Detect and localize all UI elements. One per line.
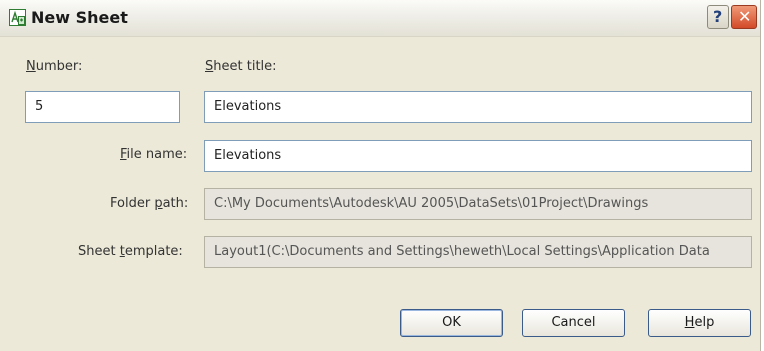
close-glyph: ✕: [738, 7, 752, 26]
folder-path-field: C:\My Documents\Autodesk\AU 2005\DataSet…: [204, 188, 752, 220]
window-title: New Sheet: [31, 8, 128, 27]
number-label-rest: umber:: [35, 59, 83, 74]
file-name-label-rest: ile name:: [126, 147, 188, 162]
help-button-label-rest: elp: [694, 315, 715, 330]
number-label: Number:: [26, 59, 82, 74]
sheet-template-field: Layout1(C:\Documents and Settings\heweth…: [204, 236, 752, 268]
number-label-mnemonic: N: [26, 59, 36, 74]
close-icon[interactable]: ✕: [731, 5, 757, 29]
sheet-title-label: Sheet title:: [205, 59, 277, 74]
number-field[interactable]: 5: [25, 91, 180, 123]
file-name-label: File name:: [120, 147, 187, 162]
sheet-title-field[interactable]: Elevations: [204, 91, 752, 123]
folder-path-label-post: ath:: [162, 196, 189, 211]
help-button[interactable]: Help: [648, 309, 751, 337]
sheet-title-label-rest: heet title:: [213, 59, 277, 74]
autocad-sheet-icon: [9, 9, 26, 26]
ok-button[interactable]: OK: [400, 309, 503, 337]
folder-path-label-mnemonic: p: [154, 196, 163, 211]
help-glyph: ?: [713, 7, 723, 26]
cancel-button[interactable]: Cancel: [522, 309, 625, 337]
sheet-template-label-post: emplate:: [124, 244, 183, 259]
title-bar[interactable]: New Sheet ? ✕: [0, 0, 760, 37]
file-name-field[interactable]: Elevations: [204, 140, 752, 172]
folder-path-label: Folder path:: [110, 196, 188, 211]
help-icon[interactable]: ?: [707, 5, 729, 29]
sheet-template-label: Sheet template:: [78, 244, 183, 259]
folder-path-label-pre: Folder: [110, 196, 155, 211]
sheet-template-label-pre: Sheet: [78, 244, 120, 259]
help-button-mnemonic: H: [684, 315, 695, 330]
new-sheet-dialog: New Sheet ? ✕ Number: 5 Sheet title: Ele…: [0, 0, 761, 351]
